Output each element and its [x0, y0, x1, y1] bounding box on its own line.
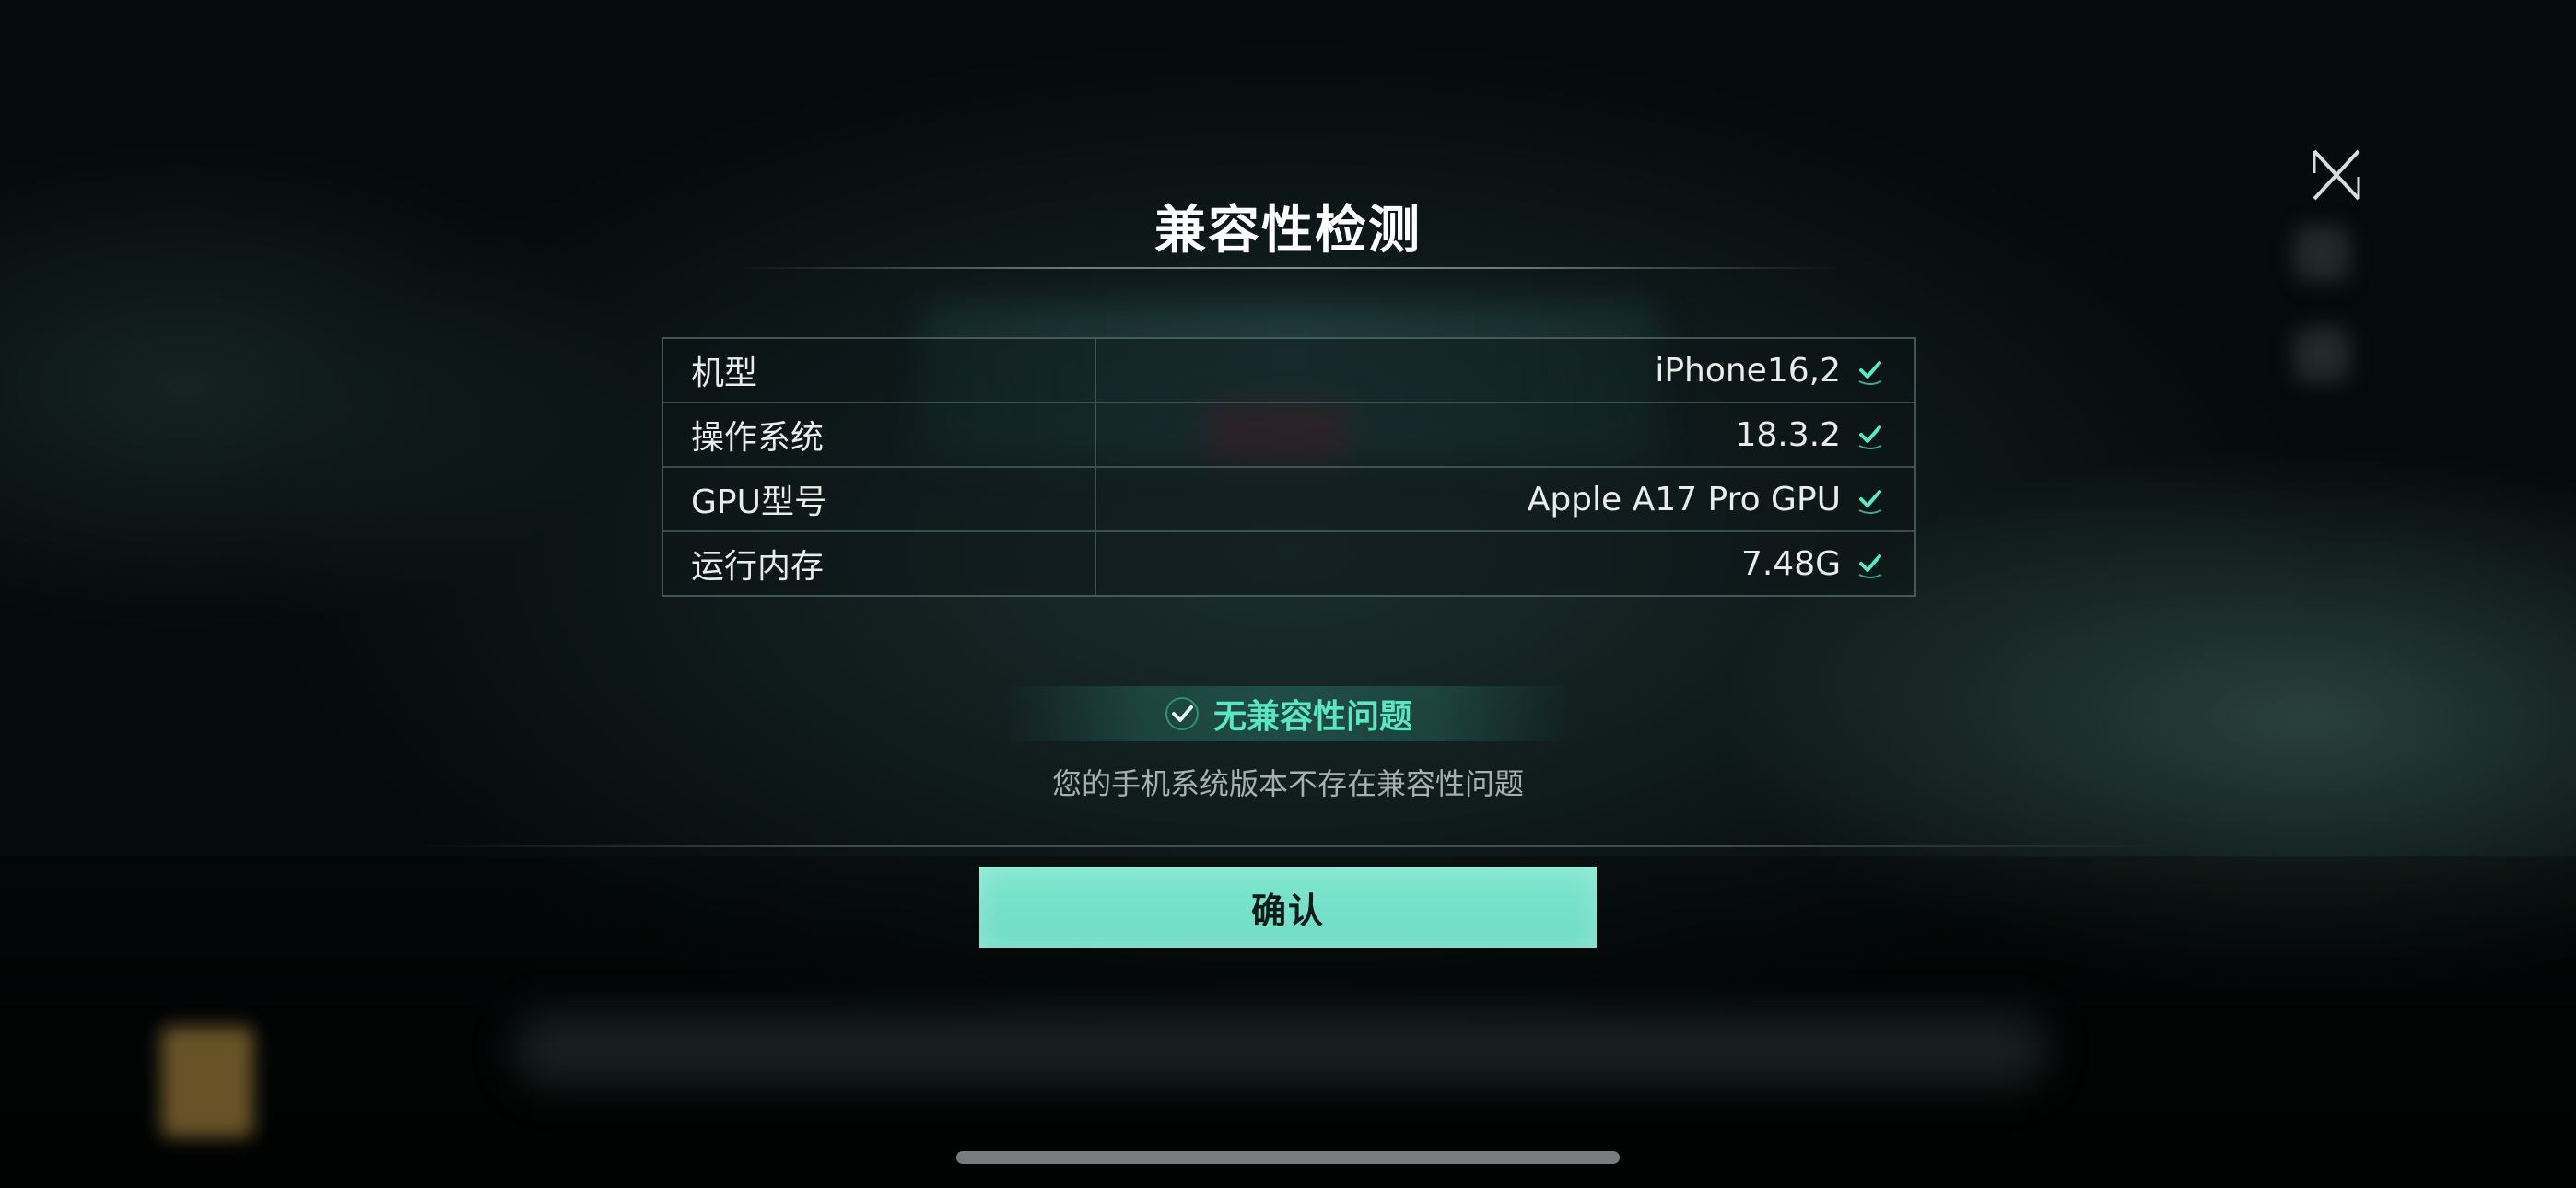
check-icon — [1854, 547, 1887, 580]
spec-value-cell: iPhone16,2 — [1096, 339, 1914, 402]
divider — [415, 845, 2161, 847]
background-side-icon — [2294, 327, 2349, 382]
spec-value: 18.3.2 — [1735, 415, 1841, 454]
spec-table: 机型 iPhone16,2 操作系统 18.3.2 GPU型号 Apple A1… — [662, 337, 1916, 597]
spec-label: 机型 — [663, 339, 1096, 402]
spec-row-os: 操作系统 18.3.2 — [663, 403, 1914, 468]
game-screen: 兼容性检测 机型 iPhone16,2 操作系统 18.3.2 GPU型号 Ap… — [0, 0, 2576, 1188]
spec-value-cell: Apple A17 Pro GPU — [1096, 468, 1914, 530]
title-underline — [737, 267, 1839, 269]
check-icon — [1854, 354, 1887, 387]
spec-row-memory: 运行内存 7.48G — [663, 532, 1914, 595]
home-indicator[interactable] — [956, 1151, 1620, 1164]
spec-row-model: 机型 iPhone16,2 — [663, 339, 1914, 403]
compatibility-status-label: 无兼容性问题 — [1212, 698, 1412, 736]
spec-label: GPU型号 — [663, 468, 1096, 530]
spec-value-cell: 18.3.2 — [1096, 403, 1914, 466]
spec-label: 操作系统 — [663, 403, 1096, 466]
confirm-button-label: 确认 — [1250, 890, 1325, 931]
compatibility-status-description: 您的手机系统版本不存在兼容性问题 — [1051, 766, 1524, 801]
spec-value-cell: 7.48G — [1096, 532, 1914, 595]
spec-label: 运行内存 — [663, 532, 1096, 595]
check-icon — [1854, 483, 1887, 516]
background-blurred-text — [516, 1013, 2045, 1087]
check-icon — [1854, 418, 1887, 451]
compatibility-status-banner: 无兼容性问题 — [1004, 686, 1572, 741]
background-avatar — [161, 1027, 253, 1137]
spec-value: Apple A17 Pro GPU — [1527, 480, 1841, 518]
spec-value: iPhone16,2 — [1655, 351, 1841, 390]
dialog-title: 兼容性检测 — [1154, 201, 1422, 261]
spec-value: 7.48G — [1740, 544, 1841, 583]
confirm-button[interactable]: 确认 — [979, 867, 1597, 948]
check-icon — [1164, 695, 1200, 732]
spec-row-gpu: GPU型号 Apple A17 Pro GPU — [663, 468, 1914, 532]
